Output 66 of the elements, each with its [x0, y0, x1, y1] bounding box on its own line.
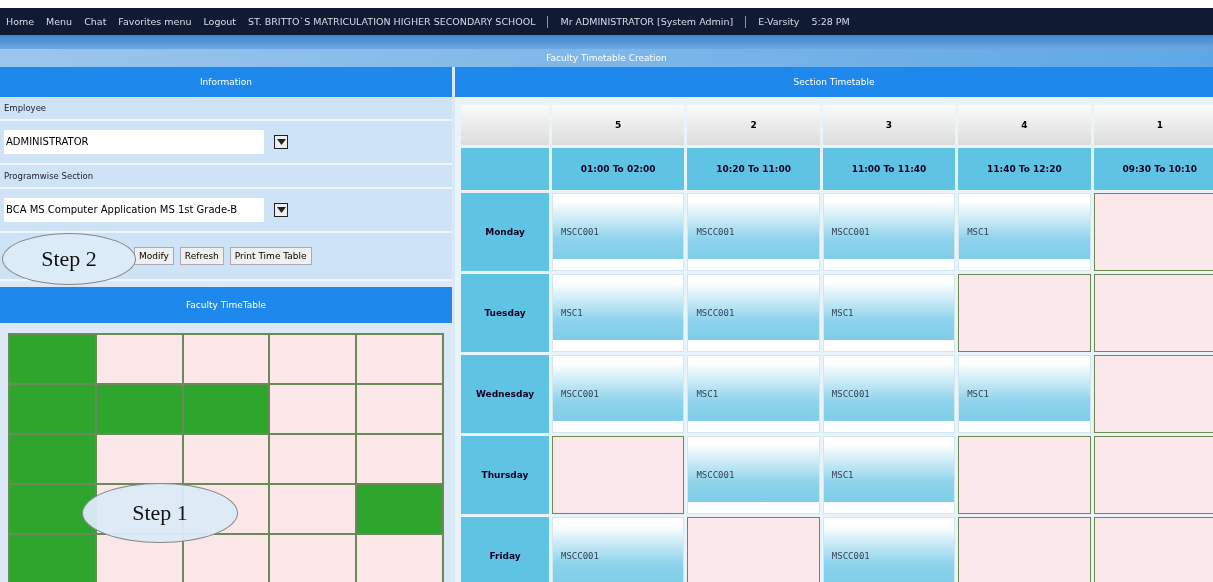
period-time: 09:30 To 10:10 — [1093, 148, 1213, 190]
subject-slot[interactable]: MSC1 — [822, 274, 956, 352]
day-label: Friday — [461, 517, 549, 582]
period-time: 10:20 To 11:00 — [687, 148, 820, 190]
app-name: E-Varsity — [758, 16, 800, 27]
subject-slot[interactable]: MSC1 — [822, 436, 956, 514]
free-slot[interactable] — [552, 436, 685, 514]
action-button[interactable]: Print Time Table — [229, 247, 312, 265]
free-slot[interactable] — [958, 436, 1091, 514]
day-label: Thursday — [461, 436, 549, 514]
timetable-slot[interactable] — [183, 335, 269, 383]
subject-slot[interactable]: MSCC001 — [552, 517, 685, 582]
clock-time: 5:28 PM — [811, 16, 850, 27]
period-time: 11:40 To 12:20 — [958, 148, 1091, 190]
free-slot[interactable] — [1093, 355, 1213, 433]
free-slot[interactable] — [1093, 436, 1213, 514]
section-dropdown[interactable]: BCA MS Computer Application MS 1st Grade-B — [4, 198, 264, 222]
field-label: Employee — [0, 97, 452, 121]
day-label: Tuesday — [461, 274, 549, 352]
timetable-slot[interactable] — [183, 435, 269, 483]
free-slot[interactable] — [958, 274, 1091, 352]
free-slot[interactable] — [687, 517, 820, 582]
action-button[interactable]: Refresh — [179, 247, 224, 265]
page-title: Faculty Timetable Creation — [0, 49, 1213, 67]
employee-dropdown[interactable]: ADMINISTRATOR — [4, 130, 264, 154]
menu-link[interactable]: Chat — [84, 16, 107, 27]
free-slot[interactable] — [1093, 193, 1213, 271]
menu-link[interactable]: Home — [6, 16, 35, 27]
panel-header: Information — [0, 67, 452, 97]
field-label: Programwise Section — [0, 165, 452, 189]
day-label: Wednesday — [461, 355, 549, 433]
subject-slot[interactable]: MSCC001 — [687, 274, 820, 352]
period-number: 1 — [1093, 105, 1213, 145]
menu-link[interactable]: Logout — [203, 16, 236, 27]
school-name: ST. BRITTO`S MATRICULATION HIGHER SECONDARY SCHOOL — [247, 16, 536, 27]
period-time: 01:00 To 02:00 — [552, 148, 685, 190]
subject-slot[interactable]: MSCC001 — [687, 193, 820, 271]
menu-link[interactable]: Menu — [46, 16, 73, 27]
menu-link[interactable]: Favorites menu — [118, 16, 192, 27]
action-button[interactable]: Modify — [134, 247, 174, 265]
panel-header: Section Timetable — [455, 67, 1213, 97]
timetable-slot[interactable] — [96, 535, 182, 582]
subject-slot[interactable]: MSC1 — [552, 274, 685, 352]
subject-slot[interactable]: MSC1 — [958, 193, 1091, 271]
subject-slot[interactable]: MSCC001 — [552, 193, 685, 271]
subject-slot[interactable]: MSC1 — [687, 355, 820, 433]
period-time: 11:00 To 11:40 — [822, 148, 956, 190]
period-number: 5 — [552, 105, 685, 145]
timetable-slot[interactable] — [10, 485, 95, 533]
subject-slot[interactable]: MSCC001 — [687, 436, 820, 514]
step-tooltip: Step 2 — [2, 233, 136, 285]
user-name: Mr ADMINISTRATOR [System Admin] — [560, 16, 734, 27]
period-number: 4 — [958, 105, 1091, 145]
free-slot[interactable] — [1093, 274, 1213, 352]
subject-slot[interactable]: MSCC001 — [552, 355, 685, 433]
subject-slot[interactable]: MSC1 — [958, 355, 1091, 433]
subject-slot[interactable]: MSCC001 — [822, 517, 956, 582]
period-number: 2 — [687, 105, 820, 145]
free-slot[interactable] — [958, 517, 1091, 582]
panel-header: Faculty TimeTable — [0, 287, 452, 323]
timetable-slot[interactable] — [183, 535, 269, 582]
period-number: 3 — [822, 105, 956, 145]
day-label: Monday — [461, 193, 549, 271]
subject-slot[interactable]: MSCC001 — [822, 193, 956, 271]
subject-slot[interactable]: MSCC001 — [822, 355, 956, 433]
free-slot[interactable] — [1093, 517, 1213, 582]
